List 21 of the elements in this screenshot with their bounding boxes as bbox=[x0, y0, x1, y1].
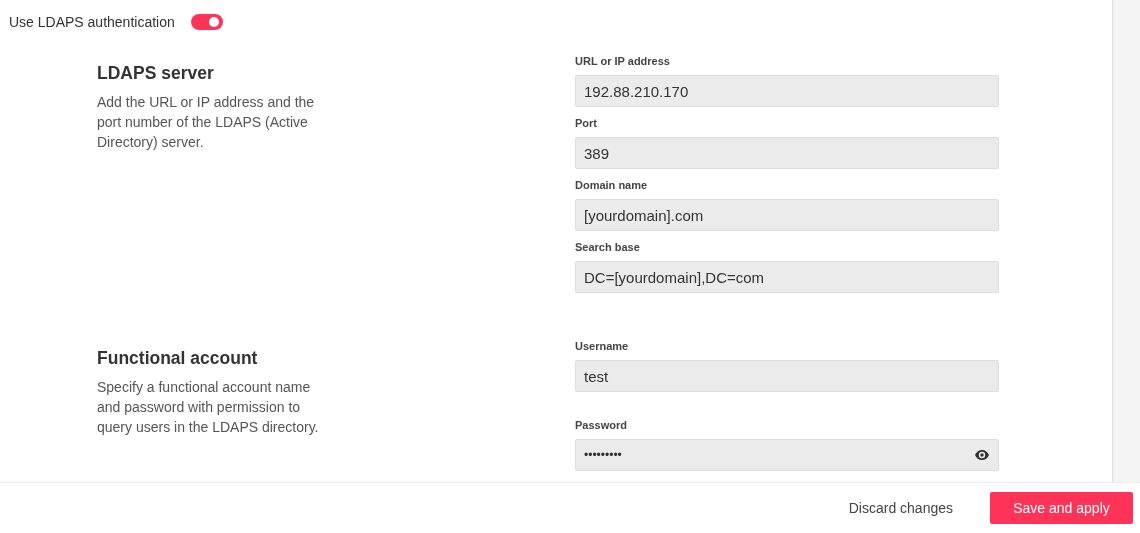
field-label: Domain name bbox=[575, 179, 649, 193]
save-button[interactable]: Save and apply bbox=[990, 492, 1133, 524]
section-title: Functional account bbox=[97, 347, 259, 369]
input-field[interactable]: 389 bbox=[575, 137, 999, 169]
input-field[interactable]: 192.88.210.170 bbox=[575, 75, 999, 107]
input-field[interactable]: test bbox=[575, 360, 999, 392]
toggle-label: Use LDAPS authentication bbox=[9, 14, 175, 30]
field-label: Port bbox=[575, 117, 598, 131]
password-field[interactable]: ••••••••• bbox=[575, 439, 999, 471]
eye-icon[interactable] bbox=[975, 450, 989, 460]
field-label: Username bbox=[575, 340, 630, 354]
section-description: Add the URL or IP address and the port number of the LDAPS (Active Directory) server. bbox=[97, 93, 316, 152]
input-field[interactable]: [yourdomain].com bbox=[575, 199, 999, 231]
field-label: Search base bbox=[575, 241, 641, 255]
toggle-switch[interactable] bbox=[190, 14, 223, 30]
discard-button[interactable]: Discard changes bbox=[848, 492, 953, 524]
section-title: LDAPS server bbox=[97, 62, 215, 84]
section-description: Specify a functional account name and password with permission to query users in the LDAPS directory. bbox=[97, 378, 320, 437]
field-label: URL or IP address bbox=[575, 55, 671, 69]
input-field[interactable]: DC=[yourdomain],DC=com bbox=[575, 261, 999, 293]
field-label: Password bbox=[575, 419, 628, 433]
